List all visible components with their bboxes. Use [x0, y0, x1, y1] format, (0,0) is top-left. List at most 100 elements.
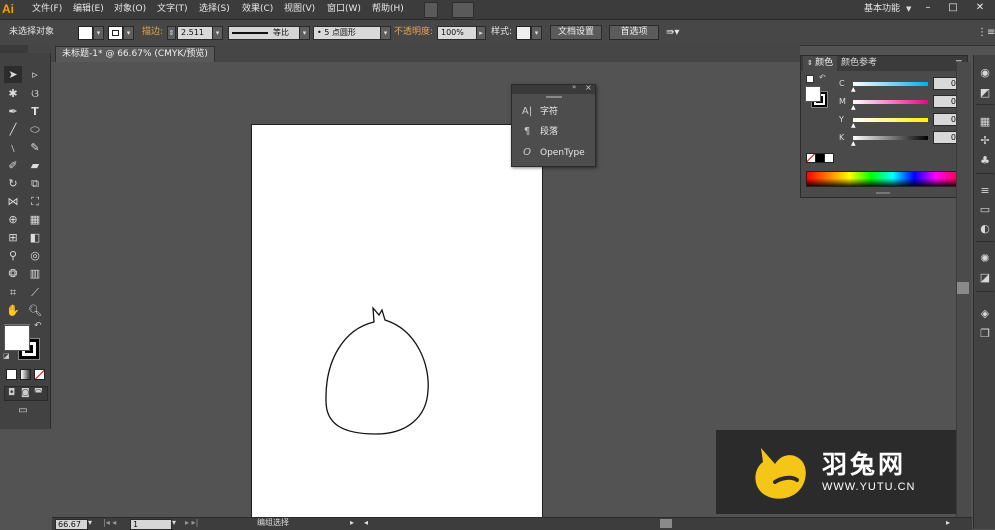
transparency-icon[interactable]: ◐ [974, 220, 995, 238]
drawing-modes[interactable]: ◘ ◙ ◚ [4, 386, 48, 401]
fill-dropdown[interactable]: ▾ [93, 26, 104, 40]
zoom-tool-icon[interactable]: 🔍︎ [26, 302, 44, 319]
vertical-scroll-thumb[interactable] [957, 282, 969, 294]
perspective-grid-tool-icon[interactable]: ▦ [26, 211, 44, 228]
magic-wand-tool-icon[interactable]: ✱ [4, 85, 22, 102]
cyan-slider[interactable] [853, 82, 928, 86]
opentype-panel-item[interactable]: O OpenType [512, 143, 595, 163]
character-panel-header[interactable]: » × [512, 83, 595, 98]
collapse-icon[interactable]: » [572, 83, 576, 91]
chevron-down-icon[interactable]: ▼ [906, 0, 911, 19]
cyan-slider-handle[interactable]: ▲ [851, 86, 856, 93]
opacity-field[interactable]: 100% [437, 26, 480, 40]
tools-panel-header[interactable] [0, 45, 28, 53]
ellipse-tool-icon[interactable]: ⬭ [26, 121, 44, 138]
character-panel-item[interactable]: A| 字符 [512, 102, 595, 122]
eyedropper-tool-icon[interactable]: ⚲ [4, 247, 22, 264]
variable-width-profile[interactable]: 等比 [228, 26, 300, 40]
menu-object[interactable]: 对象(O) [114, 0, 146, 19]
yellow-slider-handle[interactable]: ▲ [851, 122, 856, 129]
brush-dropdown[interactable]: ▾ [380, 26, 391, 40]
direct-selection-tool-icon[interactable]: ▹ [26, 66, 44, 83]
layers-icon[interactable]: ◈ [974, 305, 995, 323]
menu-effect[interactable]: 效果(C) [242, 0, 273, 19]
maximize-button[interactable]: □ [942, 0, 964, 17]
pen-tool-icon[interactable]: ✒ [4, 103, 22, 120]
black-slider[interactable] [853, 136, 928, 140]
menu-window[interactable]: 窗口(W) [327, 0, 361, 19]
first-page-icon[interactable]: |◂ ◂ [103, 517, 116, 529]
stroke-weight-dropdown[interactable]: ▾ [212, 26, 223, 40]
artboard[interactable] [251, 124, 543, 530]
artboards-icon[interactable]: ❐ [974, 325, 995, 343]
menu-view[interactable]: 视图(V) [284, 0, 315, 19]
scale-tool-icon[interactable]: ⧉ [26, 175, 44, 192]
color-guide-icon[interactable]: ◩ [974, 84, 995, 102]
stroke-swatch[interactable] [108, 26, 123, 40]
zoom-dropdown[interactable]: ▾ [88, 517, 92, 529]
appearance-icon[interactable]: ✺ [974, 250, 995, 268]
magenta-slider[interactable] [853, 100, 928, 104]
lasso-tool-icon[interactable]: ଓ [26, 85, 44, 102]
menu-select[interactable]: 选择(S) [199, 0, 230, 19]
eraser-tool-icon[interactable]: ▰ [26, 157, 44, 174]
shape-builder-tool-icon[interactable]: ⊕ [4, 211, 22, 228]
resize-grip-icon[interactable] [876, 192, 890, 194]
draw-behind-icon[interactable]: ◙ [21, 388, 30, 398]
bridge-button[interactable] [424, 2, 438, 18]
draw-inside-icon[interactable]: ◚ [34, 388, 43, 398]
document-setup-button[interactable]: 文档设置 [550, 25, 602, 40]
magenta-slider-handle[interactable]: ▲ [851, 104, 856, 111]
draw-normal-icon[interactable]: ◘ [8, 388, 15, 398]
graphic-style-swatch[interactable] [516, 26, 531, 40]
scroll-left-icon[interactable]: ◂ [364, 517, 368, 529]
blob-brush-tool-icon[interactable]: ✐ [4, 157, 22, 174]
arrange-icon[interactable]: ⇛▾ [666, 20, 679, 45]
minimize-button[interactable]: – [917, 0, 939, 17]
brush-definition[interactable]: • 5 点圆形 [313, 26, 381, 40]
zoom-field[interactable]: 66.67 [55, 519, 88, 530]
preferences-button[interactable]: 首选项 [609, 25, 659, 40]
artboard-tool-icon[interactable]: ⌗ [4, 284, 22, 301]
scroll-right-icon[interactable]: ▸ [946, 517, 950, 529]
workspace-switcher[interactable]: 基本功能 [864, 0, 900, 19]
white-swatch[interactable] [824, 153, 834, 163]
stroke-weight-stepper[interactable]: ⇕ [167, 26, 176, 40]
gradient-tool-icon[interactable]: ◧ [26, 229, 44, 246]
color-spectrum[interactable] [806, 171, 958, 187]
rotate-tool-icon[interactable]: ↻ [4, 175, 22, 192]
swap-icon[interactable]: ↶ [819, 73, 826, 82]
tab-color[interactable]: ⇕ 颜色 [803, 56, 838, 71]
opacity-label[interactable]: 不透明度: [394, 20, 433, 45]
color-mode-icon[interactable] [6, 369, 17, 380]
page-field[interactable]: 1 [130, 519, 172, 530]
symbols-icon[interactable]: ♣ [974, 152, 995, 170]
arrange-documents-button[interactable] [452, 2, 474, 18]
graphic-styles-icon[interactable]: ◪ [974, 269, 995, 287]
blend-tool-icon[interactable]: ◎ [26, 247, 44, 264]
tab-color-guide[interactable]: 颜色参考 [837, 56, 881, 71]
column-graph-tool-icon[interactable]: ▥ [26, 265, 44, 282]
opacity-dropdown[interactable]: ▸ [476, 26, 486, 40]
stroke-weight-field[interactable]: 2.511 [177, 26, 213, 40]
symbol-sprayer-tool-icon[interactable]: ❂ [4, 265, 22, 282]
selection-tool-icon[interactable]: ➤ [4, 66, 22, 83]
hand-tool-icon[interactable]: ✋ [4, 302, 22, 319]
page-dropdown[interactable]: ▾ [172, 517, 176, 529]
stroke-icon[interactable]: ≡ [974, 182, 995, 200]
swap-colors-icon[interactable]: ↶ [34, 321, 42, 331]
close-button[interactable]: ✕ [967, 0, 993, 17]
status-arrow-icon[interactable]: ▸ [350, 517, 354, 529]
drawn-blob-shape[interactable] [325, 306, 429, 435]
close-icon[interactable]: × [585, 83, 592, 92]
style-dropdown[interactable]: ▾ [531, 26, 542, 40]
none-mode-icon[interactable] [34, 369, 45, 380]
yellow-slider[interactable] [853, 118, 928, 122]
free-transform-tool-icon[interactable]: ⛶ [26, 193, 44, 210]
fill-indicator[interactable] [805, 86, 821, 102]
menu-help[interactable]: 帮助(H) [372, 0, 404, 19]
next-page-icon[interactable]: ▸ ▸| [185, 517, 198, 529]
paragraph-panel-item[interactable]: ¶ 段落 [512, 122, 595, 142]
pencil-tool-icon[interactable]: ✎ [26, 139, 44, 156]
document-tab[interactable]: 未标题-1* @ 66.67% (CMYK/预览) [55, 46, 215, 62]
